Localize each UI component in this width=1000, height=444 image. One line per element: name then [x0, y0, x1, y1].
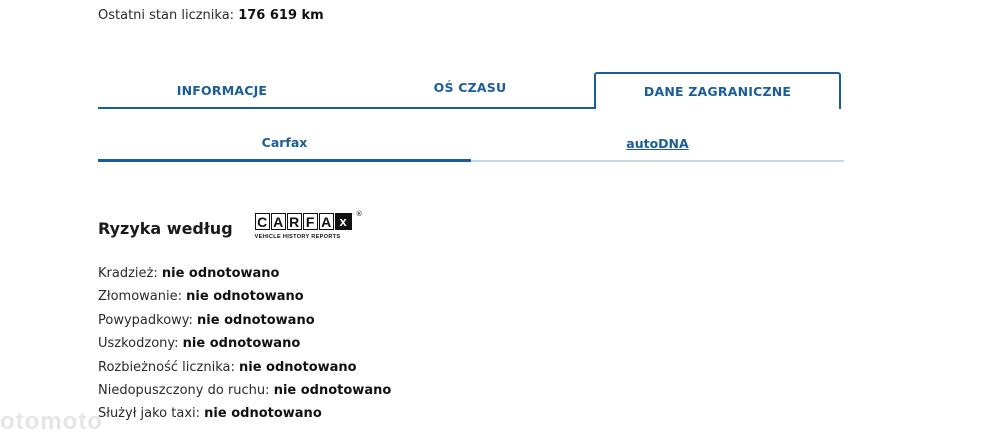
- odometer-reading: Ostatni stan licznika: 176 619 km: [98, 8, 324, 23]
- tabs-underline: [98, 107, 595, 109]
- carfax-logo-letter: R: [286, 213, 302, 230]
- registered-mark: ®: [355, 210, 363, 218]
- carfax-logo-letter: x: [334, 213, 352, 230]
- carfax-logo-tagline: VEHICLE HISTORY REPORTS: [254, 234, 341, 240]
- subtab-carfax[interactable]: Carfax: [98, 126, 471, 162]
- fact-accident: Powypadkowy: nie odnotowano: [98, 312, 315, 328]
- main-tabs: INFORMACJE OŚ CZASU DANE ZAGRANICZNE: [98, 72, 845, 109]
- fact-damaged: Uszkodzony: nie odnotowano: [98, 336, 301, 352]
- tab-informacje[interactable]: INFORMACJE: [98, 72, 346, 109]
- carfax-logo-letters: C A R F A x: [254, 213, 361, 231]
- risk-heading-title: Ryzyka według: [98, 218, 233, 238]
- tab-os-czasu[interactable]: OŚ CZASU: [346, 69, 594, 106]
- subtab-autodna[interactable]: autoDNA: [471, 126, 844, 162]
- fact-scrapped: Złomowanie: nie odnotowano: [98, 289, 304, 305]
- carfax-logo-letter: A: [318, 213, 334, 230]
- carfax-logo-letter: C: [254, 213, 270, 230]
- risk-heading: Ryzyka według C A R F A x ® VEHICLE HIST…: [98, 210, 363, 243]
- risk-facts-list: Kradzież: nie odnotowano Złomowanie: nie…: [98, 264, 391, 428]
- sub-tabs: Carfax autoDNA: [98, 126, 845, 162]
- odometer-label: Ostatni stan licznika:: [98, 8, 235, 23]
- fact-odometer-discrepancy: Rozbieżność licznika: nie odnotowano: [98, 359, 357, 375]
- carfax-logo: C A R F A x ® VEHICLE HISTORY REPORTS: [254, 210, 363, 243]
- carfax-logo-letter: F: [302, 213, 318, 230]
- otomoto-watermark: otomoto: [0, 408, 103, 435]
- fact-theft: Kradzież: nie odnotowano: [98, 266, 280, 281]
- odometer-value: 176 619 km: [238, 8, 324, 23]
- tab-dane-zagraniczne[interactable]: DANE ZAGRANICZNE: [594, 72, 841, 109]
- fact-taxi: Służył jako taxi: nie odnotowano: [98, 406, 322, 422]
- carfax-logo-letter: A: [270, 213, 286, 230]
- fact-not-roadworthy: Niedopuszczony do ruchu: nie odnotowano: [98, 382, 392, 398]
